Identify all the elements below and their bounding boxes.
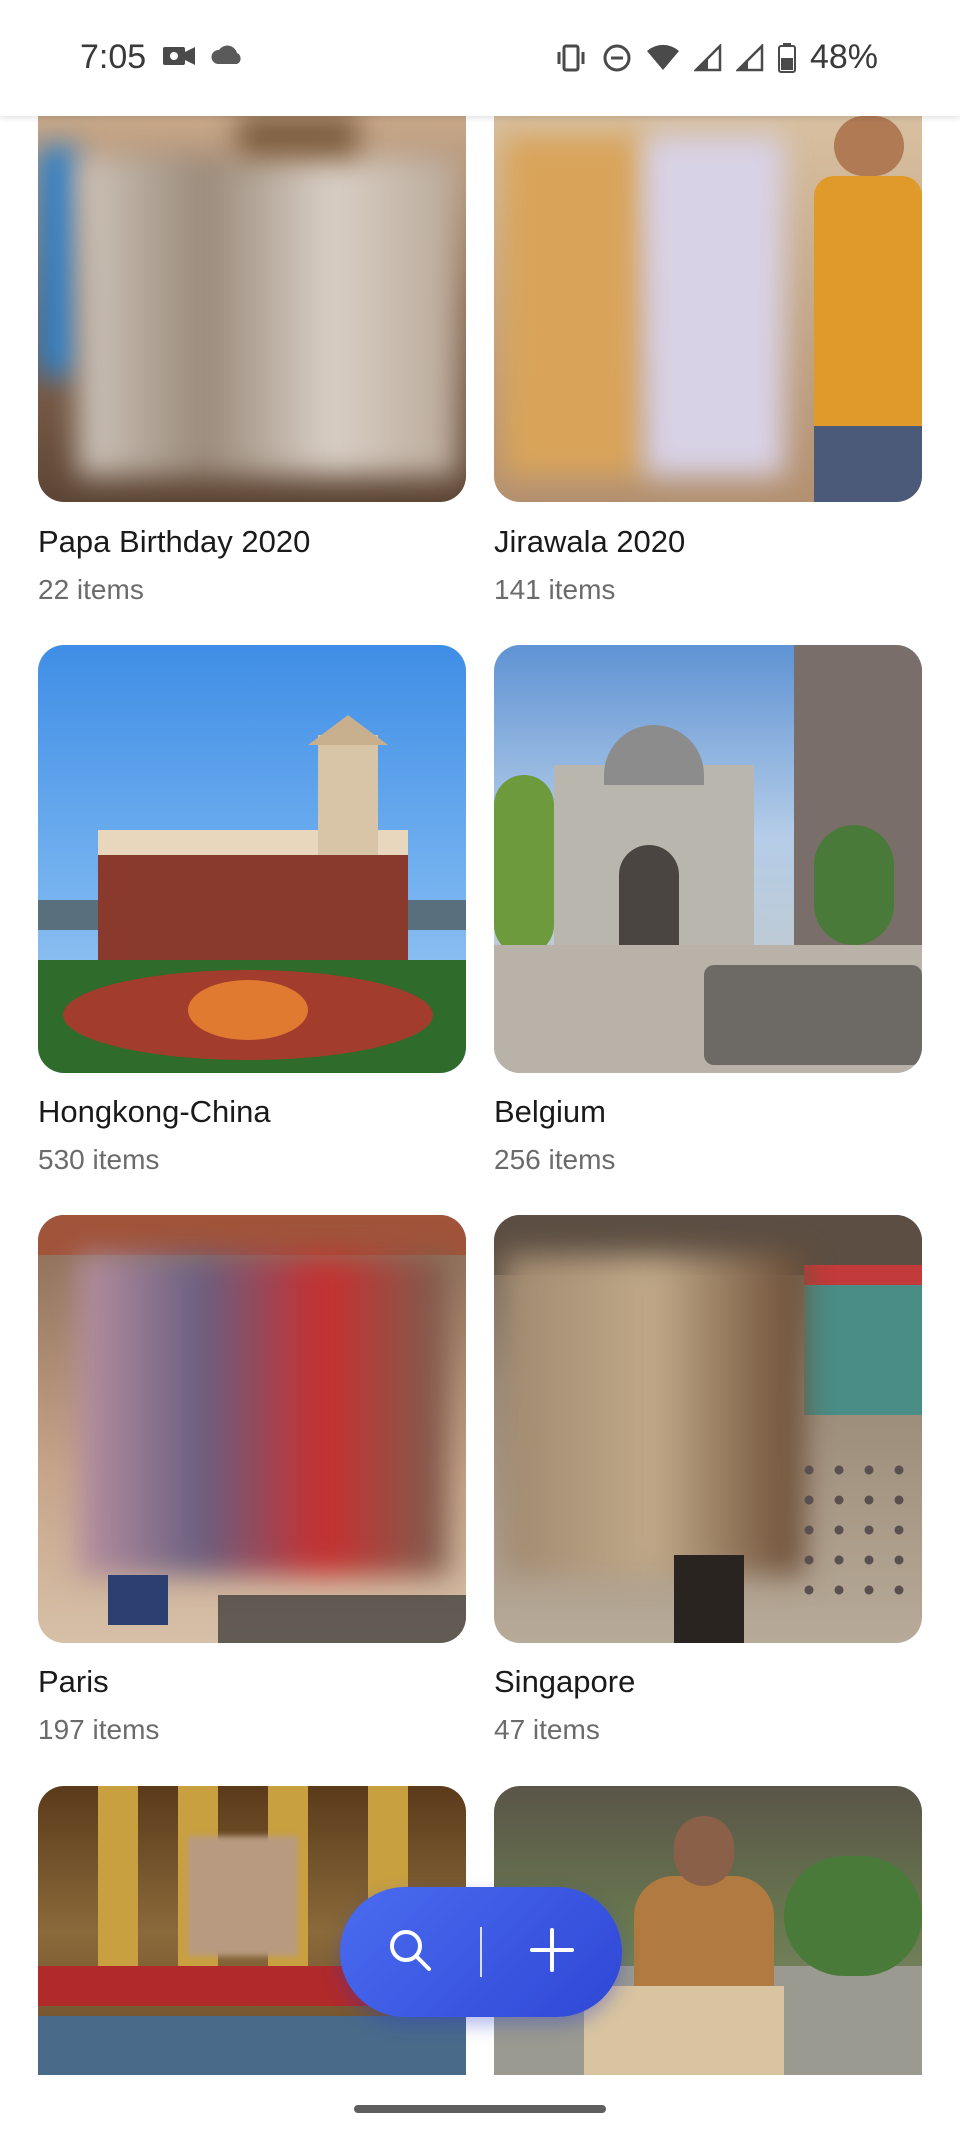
- search-icon: [387, 1927, 433, 1978]
- video-call-icon: [162, 44, 196, 68]
- navigation-bar: [0, 2075, 960, 2133]
- status-left-icons: [162, 44, 244, 68]
- vibrate-icon: [554, 44, 588, 72]
- search-button[interactable]: [340, 1887, 480, 2017]
- album-title: Belgium: [494, 1094, 606, 1129]
- album-count: 197 items: [38, 1714, 160, 1745]
- album-card[interactable]: Singapore 47 items: [494, 1215, 922, 1745]
- plus-icon: [529, 1927, 575, 1978]
- search-add-fab: [340, 1887, 622, 2017]
- album-title: Papa Birthday 2020: [38, 524, 311, 559]
- do-not-disturb-icon: [602, 43, 632, 73]
- album-card[interactable]: Papa Birthday 2020 22 items: [38, 116, 466, 605]
- album-count: 47 items: [494, 1714, 600, 1745]
- album-count: 141 items: [494, 574, 616, 605]
- album-count: 256 items: [494, 1144, 616, 1175]
- cloud-icon: [210, 44, 244, 68]
- album-thumbnail[interactable]: [494, 116, 922, 502]
- status-bar: 7:05 48%: [0, 0, 960, 116]
- battery-percent: 48%: [809, 38, 878, 76]
- gesture-handle[interactable]: [354, 2105, 606, 2113]
- battery-icon: [777, 42, 796, 73]
- album-count: 22 items: [38, 574, 144, 605]
- album-thumbnail[interactable]: [38, 116, 466, 502]
- album-card[interactable]: Hongkong-China 530 items: [38, 645, 466, 1175]
- add-button[interactable]: [482, 1887, 622, 2017]
- status-right-icons: 48%: [554, 38, 878, 77]
- signal-icon: [735, 43, 764, 72]
- album-thumbnail[interactable]: [38, 645, 466, 1073]
- signal-icon: [693, 43, 722, 72]
- album-thumbnail[interactable]: [38, 1215, 466, 1643]
- album-title: Singapore: [494, 1664, 636, 1699]
- album-card[interactable]: Belgium 256 items: [494, 645, 922, 1175]
- album-thumbnail[interactable]: [494, 1215, 922, 1643]
- album-title: Jirawala 2020: [494, 524, 686, 559]
- album-title: Paris: [38, 1664, 109, 1699]
- wifi-icon: [646, 44, 680, 72]
- album-card[interactable]: Jirawala 2020 141 items: [494, 116, 922, 605]
- album-thumbnail[interactable]: [494, 645, 922, 1073]
- status-time: 7:05: [80, 38, 147, 76]
- album-title: Hongkong-China: [38, 1094, 271, 1129]
- album-card[interactable]: Paris 197 items: [38, 1215, 466, 1745]
- album-count: 530 items: [38, 1144, 160, 1175]
